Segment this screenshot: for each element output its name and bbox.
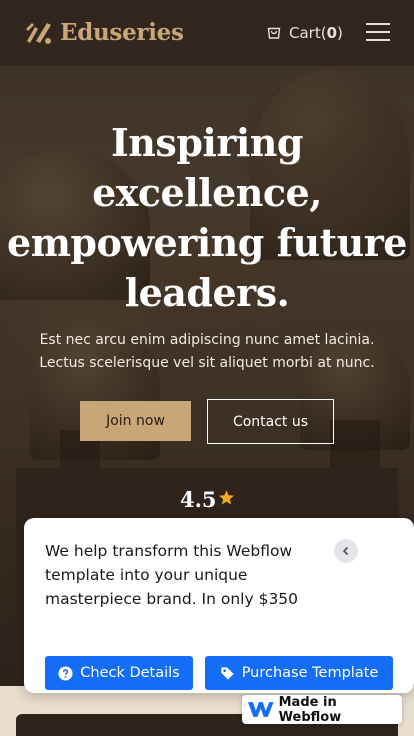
cart-button[interactable]: Cart(0) [266, 24, 343, 42]
brand-mark-icon [26, 23, 51, 44]
contact-us-button[interactable]: Contact us [207, 399, 334, 444]
promo-collapse-button[interactable] [334, 539, 358, 563]
hero-subtitle: Est nec arcu enim adipiscing nunc amet l… [39, 332, 375, 371]
cart-icon [267, 27, 281, 39]
check-details-button[interactable]: Check Details [45, 656, 193, 690]
question-circle-icon [58, 665, 73, 681]
price-tag-icon [221, 666, 234, 680]
cart-label: Cart( [289, 24, 327, 42]
cart-label-close: ) [337, 24, 343, 42]
check-details-label: Check Details [80, 665, 180, 681]
site-header: Eduseries Cart(0) [0, 0, 414, 66]
hero-title: Inspiring excellence, empowering future … [7, 120, 407, 315]
chevron-left-icon [342, 546, 349, 556]
brand-name: Eduseries [60, 18, 184, 46]
purchase-template-label: Purchase Template [241, 665, 379, 681]
brand-logo[interactable]: Eduseries [24, 17, 184, 47]
made-in-webflow-badge[interactable]: Made in Webflow [242, 694, 402, 725]
join-now-button[interactable]: Join now [80, 401, 191, 441]
star-icon [218, 490, 235, 505]
made-in-webflow-label: Made in Webflow [278, 694, 342, 725]
webflow-logo-icon [248, 702, 274, 717]
rating-value: 4.5 [180, 487, 217, 512]
promo-text: We help transform this Webflow template … [45, 542, 299, 608]
hamburger-menu-icon[interactable] [366, 23, 390, 43]
cart-count: 0 [326, 24, 338, 42]
purchase-template-button[interactable]: Purchase Template [205, 656, 393, 690]
